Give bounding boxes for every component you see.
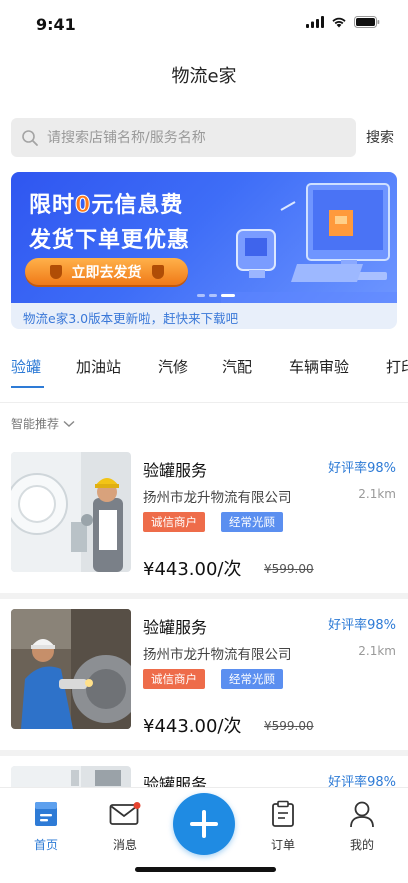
active-tab-indicator [11, 386, 44, 388]
tabbar-orders[interactable]: 订单 [253, 800, 313, 853]
search-bar[interactable] [11, 118, 356, 157]
tab-tank-inspection[interactable]: 验罐 [11, 356, 41, 377]
notification-badge [133, 802, 141, 809]
publish-button[interactable] [173, 793, 235, 855]
banner-dot-active [221, 294, 235, 297]
tabbar-home-label: 首页 [33, 838, 58, 852]
search-icon [21, 129, 39, 147]
price: ¥443.00/次 [143, 559, 242, 580]
distance-label: 2.1km [358, 644, 396, 658]
banner-headline-suffix: 元信息费 [91, 193, 184, 218]
status-time: 9:41 [36, 15, 76, 34]
tag-frequent-visit: 经常光顾 [221, 512, 283, 532]
category-tabs: 验罐 加油站 汽修 汽配 车辆审验 打印 [0, 356, 408, 384]
tab-gas-station[interactable]: 加油站 [76, 356, 121, 377]
banner-headline: 限时0元信息费 [29, 187, 183, 219]
card-divider [0, 593, 408, 599]
banner-image: 限时0元信息费 发货下单更优惠 立即去发货 [11, 172, 397, 303]
tabbar-profile-label: 我的 [349, 838, 374, 852]
sort-dropdown[interactable]: 智能推荐 [11, 415, 75, 432]
tab-printing[interactable]: 打印 [386, 356, 408, 377]
service-image [11, 609, 131, 729]
service-title: 验罐服务 [143, 618, 208, 637]
rating-badge: 好评率98% [328, 461, 396, 476]
plus-icon [190, 810, 218, 838]
banner-pagination [197, 294, 235, 297]
service-image [11, 766, 131, 788]
service-card[interactable]: 验罐服务 好评率98% 扬州市龙升物流有限公司 2.1km 诚信商户 经常光顾 … [0, 609, 408, 759]
ship-now-label: 立即去发货 [71, 264, 142, 281]
banner-subheadline: 发货下单更优惠 [29, 228, 191, 253]
home-icon [16, 800, 76, 828]
message-icon [95, 800, 155, 828]
chevron-down-icon [63, 420, 75, 427]
tab-auto-parts[interactable]: 汽配 [222, 356, 252, 377]
service-image [11, 452, 131, 572]
tabbar-messages-label: 消息 [112, 838, 137, 852]
original-price: ¥599.00 [264, 562, 314, 576]
update-notice[interactable]: 物流e家3.0版本更新啦，赶快来下载吧 [23, 308, 238, 327]
company-name: 扬州市龙升物流有限公司 [143, 647, 292, 663]
shield-icon [49, 264, 62, 279]
rating-badge: 好评率98% [328, 775, 396, 788]
tabbar-orders-label: 订单 [270, 838, 295, 852]
search-input[interactable] [47, 129, 337, 146]
status-bar: 9:41 [0, 0, 408, 50]
banner-headline-zero: 0 [75, 193, 92, 219]
banner-headline-prefix: 限时 [29, 193, 76, 218]
distance-label: 2.1km [358, 487, 396, 501]
tabbar-profile[interactable]: 我的 [332, 800, 392, 853]
promo-banner[interactable]: 限时0元信息费 发货下单更优惠 立即去发货 物流e家3.0版本更新啦，赶快来下载… [11, 172, 397, 329]
ship-now-button[interactable]: 立即去发货 [25, 258, 188, 285]
cellular-signal-icon [306, 16, 324, 28]
order-icon [253, 800, 313, 828]
original-price: ¥599.00 [264, 719, 314, 733]
service-card[interactable]: 验罐服务 好评率98% 扬州市龙升物流有限公司 2.1km 诚信商户 经常光顾 … [0, 452, 408, 602]
banner-dot [209, 294, 217, 297]
tag-credit-merchant: 诚信商户 [143, 512, 205, 532]
tag-credit-merchant: 诚信商户 [143, 669, 205, 689]
status-icons [306, 16, 380, 28]
price: ¥443.00/次 [143, 716, 242, 737]
wifi-icon [332, 17, 346, 28]
tag-frequent-visit: 经常光顾 [221, 669, 283, 689]
tab-vehicle-inspection[interactable]: 车辆审验 [289, 356, 349, 377]
banner-dot [197, 294, 205, 297]
company-name: 扬州市龙升物流有限公司 [143, 490, 292, 506]
service-card[interactable]: 验罐服务 好评率98% [0, 766, 408, 788]
service-title: 验罐服务 [143, 461, 208, 480]
battery-icon [354, 16, 380, 28]
home-indicator [135, 867, 276, 872]
tab-auto-repair[interactable]: 汽修 [158, 356, 188, 377]
sort-label: 智能推荐 [11, 417, 60, 431]
tabbar-home[interactable]: 首页 [16, 800, 76, 853]
rating-badge: 好评率98% [328, 618, 396, 633]
tabbar-messages[interactable]: 消息 [95, 800, 155, 853]
service-title: 验罐服务 [143, 775, 208, 788]
shield-icon [151, 264, 164, 279]
card-divider [0, 750, 408, 756]
divider [0, 402, 408, 403]
page-title: 物流e家 [171, 66, 237, 87]
profile-icon [332, 800, 392, 828]
search-button[interactable]: 搜索 [366, 127, 394, 147]
